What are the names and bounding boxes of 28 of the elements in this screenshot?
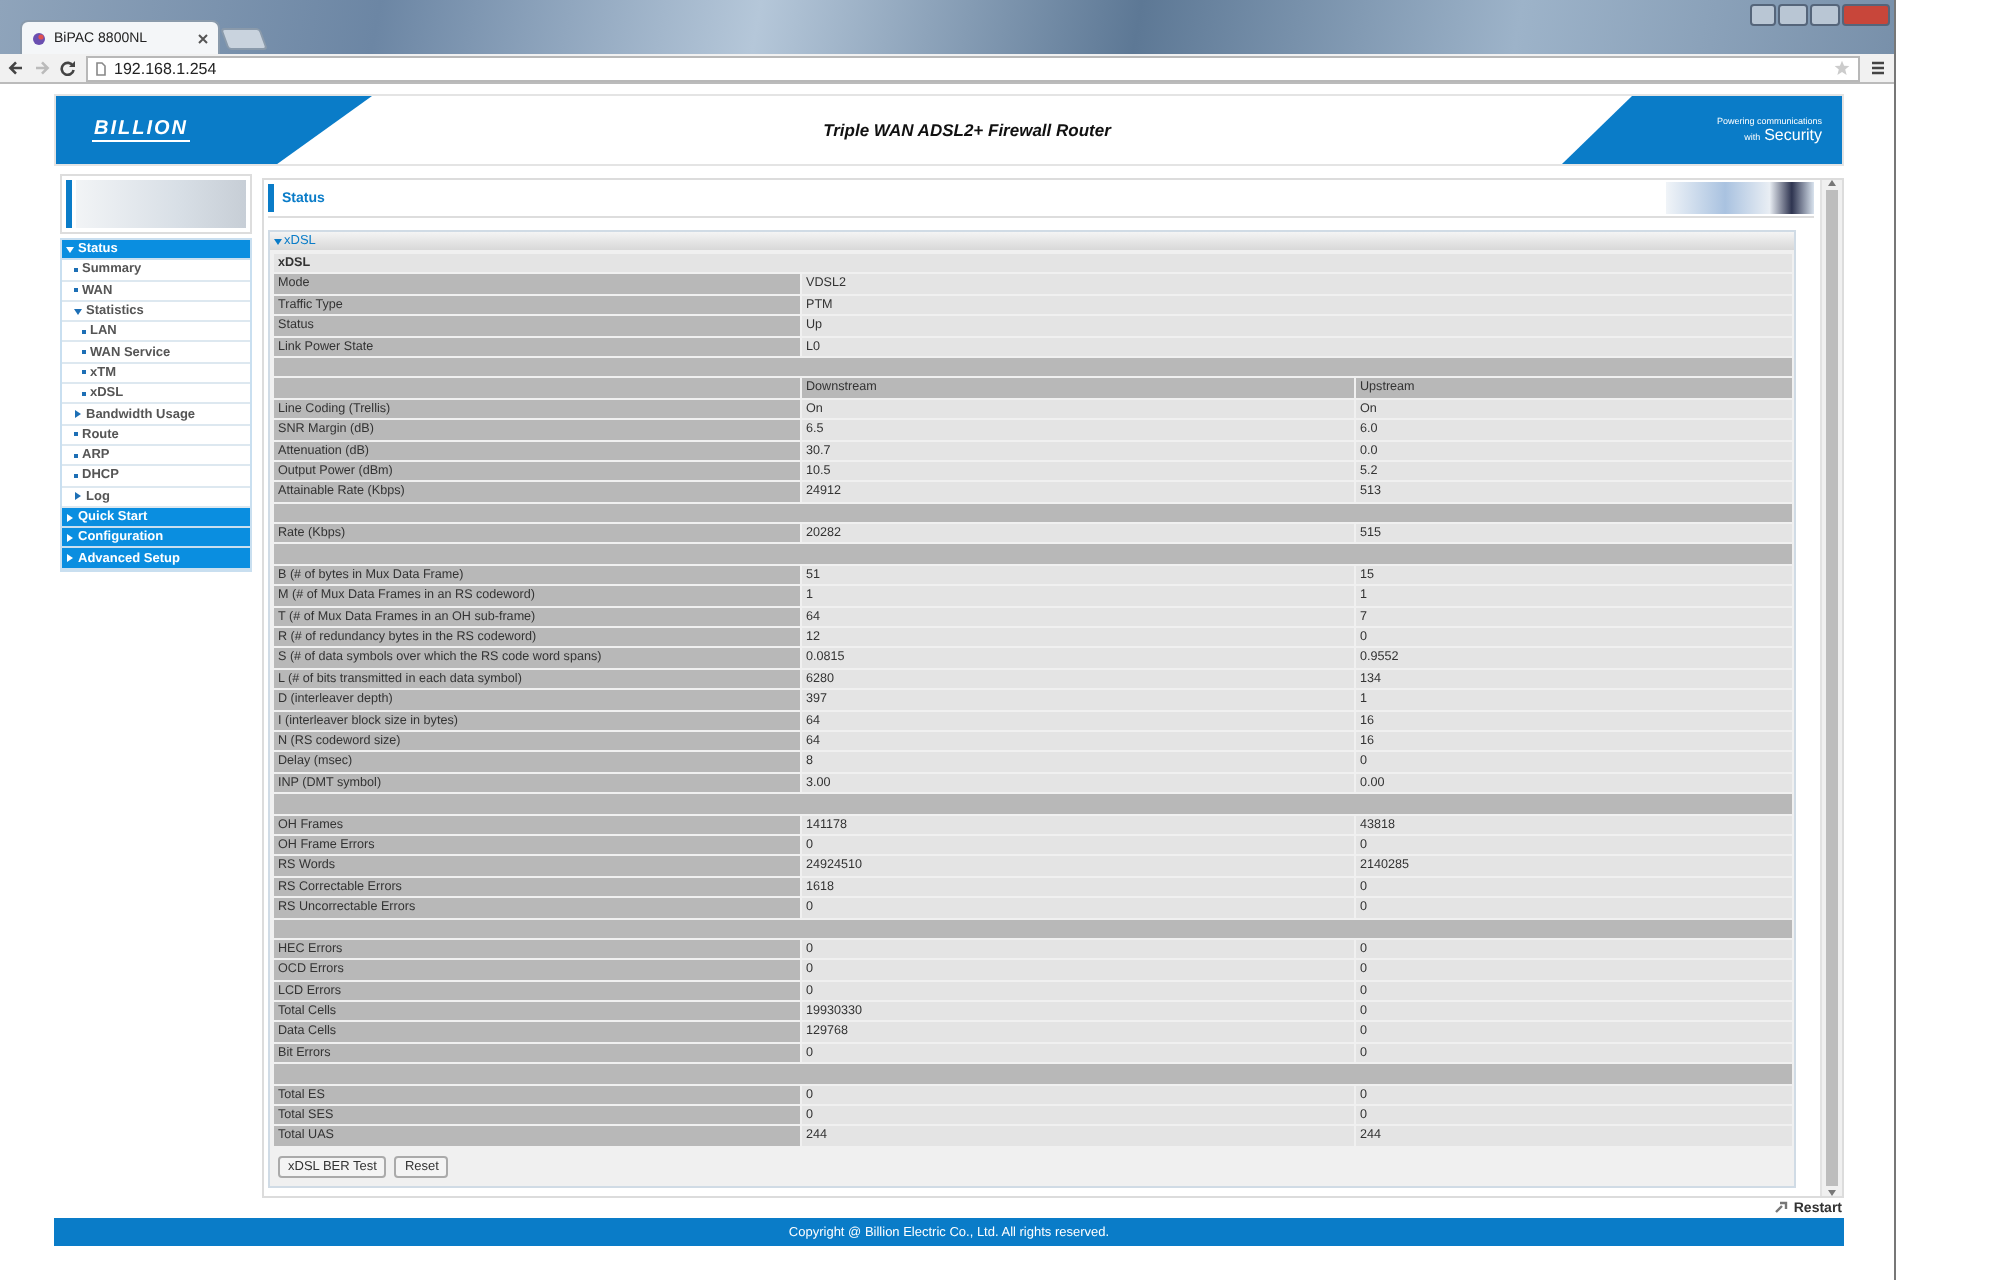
scroll-down-icon[interactable] [1828, 1190, 1836, 1196]
router-title: Triple WAN ADSL2+ Firewall Router [821, 118, 1114, 144]
scrollbar[interactable] [1820, 180, 1842, 1196]
collapsed-triangle-icon [74, 410, 82, 419]
menu-icon[interactable] [1870, 60, 1886, 76]
expanded-triangle-icon [66, 245, 74, 254]
restart-icon [1773, 1200, 1790, 1216]
expanded-triangle-icon [74, 307, 82, 316]
close-icon[interactable] [198, 33, 208, 43]
minimize-button[interactable] [1778, 4, 1808, 26]
favicon-icon [32, 31, 46, 45]
maximize-button[interactable] [1810, 4, 1840, 26]
reload-icon[interactable] [60, 60, 76, 76]
logo: BILLION [92, 118, 190, 142]
back-icon[interactable] [8, 60, 24, 76]
tagline: Security [1764, 126, 1822, 144]
collapsed-triangle-icon [66, 554, 74, 563]
user-button[interactable] [1750, 4, 1776, 26]
collapsed-triangle-icon [66, 533, 74, 542]
star-icon[interactable] [1834, 60, 1850, 76]
expanded-triangle-icon [274, 237, 282, 245]
page-icon [96, 61, 106, 75]
collapsed-triangle-icon [74, 492, 82, 501]
scroll-up-icon[interactable] [1828, 180, 1836, 186]
address-field[interactable]: 192.168.1.254 [86, 55, 1860, 81]
new-tab-button[interactable] [220, 28, 268, 50]
scrollbar-thumb[interactable] [1826, 190, 1838, 1186]
collapsed-triangle-icon [66, 513, 74, 521]
